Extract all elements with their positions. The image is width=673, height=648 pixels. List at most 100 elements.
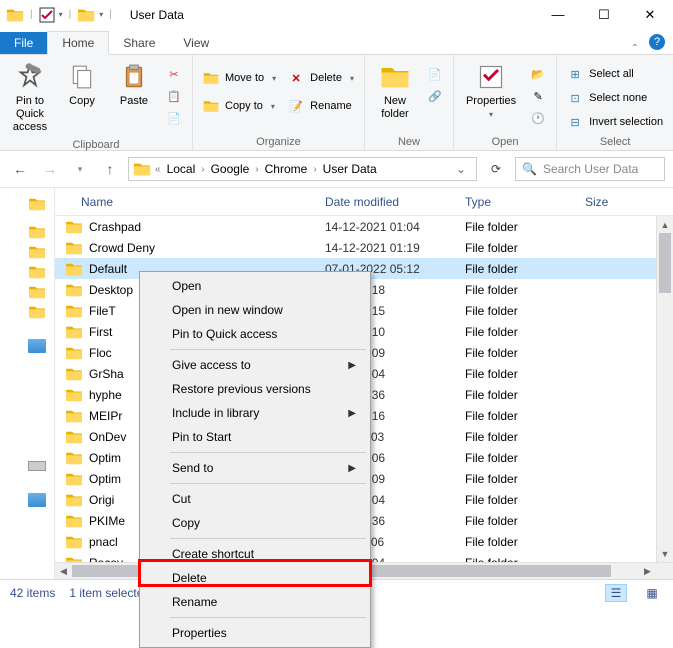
- copy-to-button[interactable]: Copy to▾: [199, 97, 280, 115]
- tree-drive-icon[interactable]: [28, 461, 46, 471]
- easy-access-button[interactable]: 🔗: [423, 87, 447, 105]
- menu-restore-versions[interactable]: Restore previous versions: [142, 377, 368, 401]
- file-type: File folder: [455, 304, 575, 318]
- file-name: Recov: [89, 556, 123, 563]
- paste-shortcut-button[interactable]: 📄: [162, 109, 186, 127]
- folder-icon: [65, 535, 83, 549]
- recent-locations-button[interactable]: ▾: [68, 157, 92, 181]
- file-name: Optim: [89, 451, 121, 465]
- help-icon[interactable]: ?: [649, 34, 665, 50]
- close-button[interactable]: ✕: [627, 0, 673, 30]
- group-clipboard: Pin to Quick access Copy Paste ✂ 📋 📄 Cli…: [0, 55, 193, 150]
- tree-pc-icon[interactable]: [28, 339, 46, 353]
- file-name: OnDev: [89, 430, 126, 444]
- menu-give-access[interactable]: Give access to▶: [142, 353, 368, 377]
- tree-folder-icon[interactable]: [28, 285, 46, 299]
- table-row[interactable]: Crowd Deny14-12-2021 01:19File folder: [55, 237, 673, 258]
- breadcrumb-part[interactable]: Google: [207, 162, 254, 176]
- folder-icon: [65, 283, 83, 297]
- file-type: File folder: [455, 325, 575, 339]
- menu-cut[interactable]: Cut: [142, 487, 368, 511]
- back-button[interactable]: ←: [8, 157, 32, 181]
- file-type: File folder: [455, 220, 575, 234]
- submenu-arrow-icon: ▶: [348, 463, 356, 474]
- large-icons-view-button[interactable]: ▦: [641, 584, 663, 602]
- refresh-button[interactable]: ⟳: [483, 157, 509, 181]
- column-headers: Name Date modified Type Size: [55, 188, 673, 216]
- delete-button[interactable]: ✕Delete▾: [284, 69, 358, 87]
- open-button[interactable]: 📂: [526, 65, 550, 83]
- file-type: File folder: [455, 346, 575, 360]
- tree-folder-icon[interactable]: [28, 225, 46, 239]
- new-item-button[interactable]: 📄: [423, 65, 447, 83]
- group-organize: Move to▾ Copy to▾ ✕Delete▾ 📝Rename Organ…: [193, 55, 365, 150]
- scrollbar-thumb[interactable]: [659, 233, 671, 293]
- file-type: File folder: [455, 262, 575, 276]
- up-button[interactable]: ↑: [98, 157, 122, 181]
- maximize-button[interactable]: ☐: [581, 0, 627, 30]
- qat-properties-icon[interactable]: [39, 7, 55, 23]
- details-view-button[interactable]: ☰: [605, 584, 627, 602]
- paste-button[interactable]: Paste: [110, 59, 158, 110]
- menu-rename[interactable]: Rename: [142, 590, 368, 614]
- submenu-arrow-icon: ▶: [348, 360, 356, 371]
- forward-button[interactable]: →: [38, 157, 62, 181]
- new-folder-button[interactable]: New folder: [371, 59, 419, 123]
- tree-folder-icon[interactable]: [28, 305, 46, 319]
- breadcrumb-dropdown[interactable]: ⌄: [450, 162, 472, 176]
- rename-button[interactable]: 📝Rename: [284, 97, 358, 115]
- cut-button[interactable]: ✂: [162, 65, 186, 83]
- file-name: PKIMe: [89, 514, 125, 528]
- edit-button[interactable]: ✎: [526, 87, 550, 105]
- select-all-button[interactable]: ⊞Select all: [563, 65, 667, 83]
- tree-folder-icon[interactable]: [28, 265, 46, 279]
- breadcrumb[interactable]: « Local› Google› Chrome› User Data ⌄: [128, 157, 477, 181]
- copy-path-button[interactable]: 📋: [162, 87, 186, 105]
- file-name: Default: [89, 262, 127, 276]
- search-input[interactable]: 🔍 Search User Data: [515, 157, 665, 181]
- menu-delete[interactable]: Delete: [142, 566, 368, 590]
- menu-send-to[interactable]: Send to▶: [142, 456, 368, 480]
- invert-selection-button[interactable]: ⊟Invert selection: [563, 113, 667, 131]
- file-type: File folder: [455, 388, 575, 402]
- menu-properties[interactable]: Properties: [142, 621, 368, 645]
- table-row[interactable]: Crashpad14-12-2021 01:04File folder: [55, 216, 673, 237]
- tab-file[interactable]: File: [0, 32, 47, 54]
- column-name[interactable]: Name: [55, 195, 315, 209]
- breadcrumb-part[interactable]: User Data: [319, 162, 381, 176]
- menu-pin-quick-access[interactable]: Pin to Quick access: [142, 322, 368, 346]
- qat-folder-icon[interactable]: [77, 7, 95, 23]
- menu-pin-start[interactable]: Pin to Start: [142, 425, 368, 449]
- tab-view[interactable]: View: [169, 32, 223, 54]
- menu-open-new-window[interactable]: Open in new window: [142, 298, 368, 322]
- folder-icon: [65, 451, 83, 465]
- minimize-button[interactable]: —: [535, 0, 581, 30]
- item-count: 42 items: [10, 586, 55, 600]
- column-type[interactable]: Type: [455, 195, 575, 209]
- column-size[interactable]: Size: [575, 195, 635, 209]
- folder-icon: [65, 325, 83, 339]
- menu-create-shortcut[interactable]: Create shortcut: [142, 542, 368, 566]
- file-name: hyphe: [89, 388, 122, 402]
- select-none-button[interactable]: ⊡Select none: [563, 89, 667, 107]
- pin-quick-access-button[interactable]: Pin to Quick access: [6, 59, 54, 137]
- tab-share[interactable]: Share: [109, 32, 169, 54]
- tree-folder-icon[interactable]: [28, 197, 46, 211]
- tree-folder-icon[interactable]: [28, 245, 46, 259]
- collapse-ribbon-icon[interactable]: ⌃: [625, 43, 645, 54]
- menu-open[interactable]: Open: [142, 274, 368, 298]
- copy-button[interactable]: Copy: [58, 59, 106, 110]
- tree-network-icon[interactable]: [28, 493, 46, 507]
- file-name: MEIPr: [89, 409, 122, 423]
- breadcrumb-part[interactable]: Local: [163, 162, 200, 176]
- column-date[interactable]: Date modified: [315, 195, 455, 209]
- menu-include-library[interactable]: Include in library▶: [142, 401, 368, 425]
- vertical-scrollbar[interactable]: ▲ ▼: [656, 216, 673, 562]
- menu-copy[interactable]: Copy: [142, 511, 368, 535]
- breadcrumb-part[interactable]: Chrome: [261, 162, 312, 176]
- move-to-button[interactable]: Move to▾: [199, 69, 280, 87]
- navigation-pane[interactable]: [0, 188, 55, 579]
- history-button[interactable]: 🕐: [526, 109, 550, 127]
- properties-button[interactable]: Properties▾: [460, 59, 522, 123]
- tab-home[interactable]: Home: [47, 31, 109, 55]
